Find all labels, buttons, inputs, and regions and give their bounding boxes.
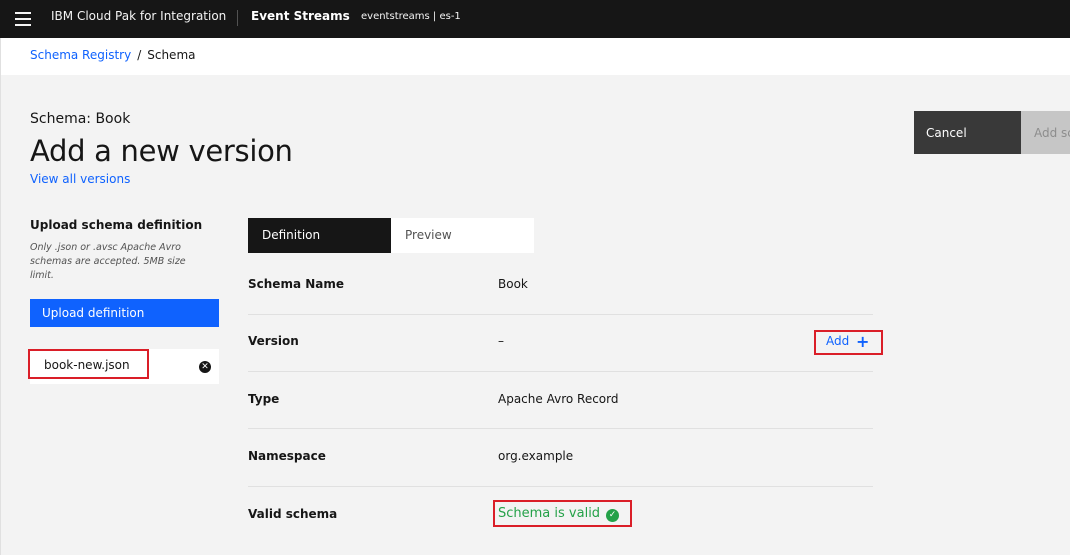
label-schema-name: Schema Name <box>248 277 344 291</box>
label-valid-schema: Valid schema <box>248 507 338 521</box>
value-schema-name: Book <box>498 277 528 291</box>
page-title: Add a new version <box>30 134 293 168</box>
tab-preview[interactable]: Preview <box>391 218 534 253</box>
add-schema-button[interactable]: Add schema <box>1021 111 1070 154</box>
value-version: – <box>498 334 504 348</box>
label-version: Version <box>248 334 299 348</box>
hamburger-menu-icon[interactable] <box>15 12 31 26</box>
cancel-button[interactable]: Cancel <box>914 111 1021 154</box>
tab-definition[interactable]: Definition <box>248 218 391 253</box>
breadcrumb: Schema Registry / Schema <box>30 48 195 62</box>
upload-heading: Upload schema definition <box>30 218 203 232</box>
breadcrumb-current: Schema <box>147 48 196 62</box>
instance-name: eventstreams | es-1 <box>361 11 461 22</box>
row-divider <box>248 314 873 315</box>
upload-definition-button[interactable]: Upload definition <box>30 299 219 327</box>
row-divider <box>248 428 873 429</box>
brand-name[interactable]: IBM Cloud Pak for Integration <box>51 9 226 23</box>
highlight-add-version <box>814 330 883 355</box>
breadcrumb-schema-registry[interactable]: Schema Registry <box>30 48 131 62</box>
upload-note: Only .json or .avsc Apache Avro schemas … <box>30 242 186 281</box>
row-divider <box>248 371 873 372</box>
header-divider <box>237 10 238 26</box>
close-filled-icon[interactable]: ✕ <box>199 361 211 373</box>
label-type: Type <box>248 392 280 406</box>
highlight-valid-schema <box>493 500 632 527</box>
page-subtitle: Schema: Book <box>30 111 131 127</box>
highlight-file-name <box>28 349 149 379</box>
product-name[interactable]: Event Streams <box>251 9 350 23</box>
label-namespace: Namespace <box>248 449 326 463</box>
row-divider <box>248 486 873 487</box>
left-border <box>0 75 1 555</box>
value-type: Apache Avro Record <box>498 392 619 406</box>
top-bar: IBM Cloud Pak for Integration Event Stre… <box>0 0 1070 38</box>
value-namespace: org.example <box>498 449 574 463</box>
breadcrumb-separator: / <box>137 48 142 62</box>
view-all-versions-link[interactable]: View all versions <box>30 172 130 186</box>
